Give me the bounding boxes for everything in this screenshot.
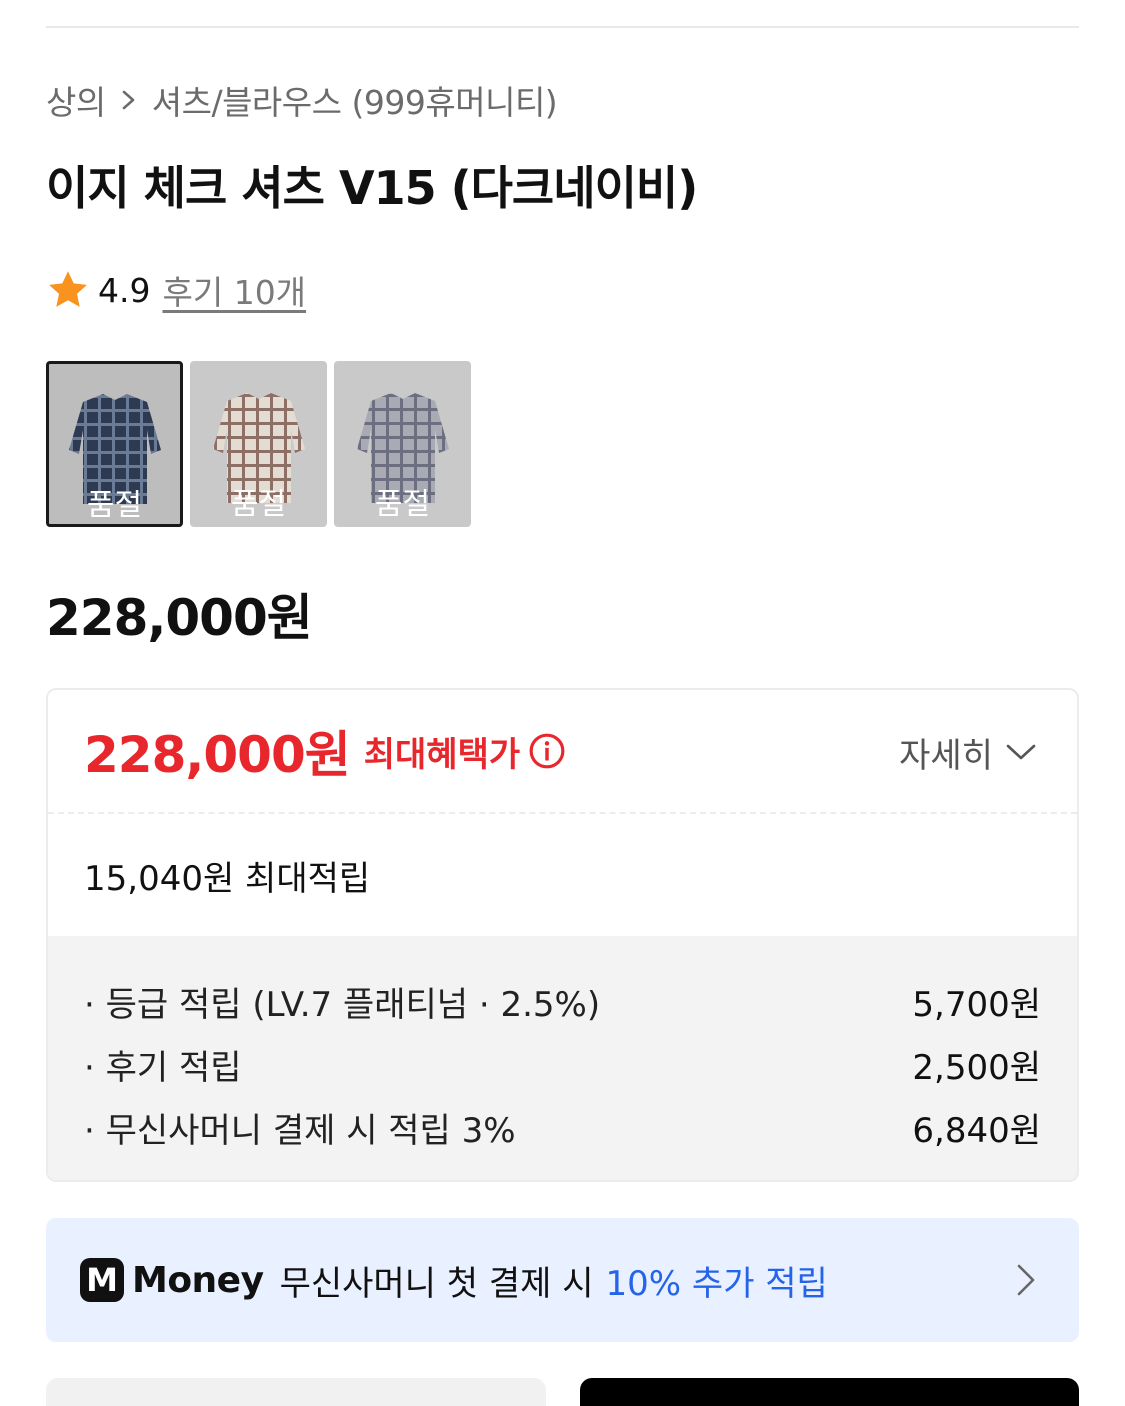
- breadcrumb-category[interactable]: 상의: [46, 76, 106, 124]
- soldout-label: 품절: [374, 487, 431, 522]
- benefit-label: 최대혜택가: [363, 734, 521, 775]
- rating-row: 4.9 후기 10개: [46, 266, 306, 314]
- detail-toggle-button[interactable]: 자세히: [899, 690, 1037, 814]
- breadcrumb: 상의 셔츠/블라우스 (999휴머니티): [46, 76, 558, 124]
- money-promo-accent: 10% 추가 적립: [605, 1263, 828, 1304]
- soldout-label: 품절: [230, 487, 287, 522]
- top-divider: [46, 26, 1079, 28]
- reward-item-amount: 5,700원: [912, 985, 1041, 1025]
- info-icon[interactable]: [528, 732, 566, 770]
- money-promo-banner[interactable]: M Money 무신사머니 첫 결제 시 10% 추가 적립: [46, 1218, 1079, 1342]
- reward-item-amount: 2,500원: [912, 1048, 1041, 1088]
- primary-action-button[interactable]: [580, 1378, 1079, 1406]
- secondary-action-button[interactable]: [46, 1378, 546, 1406]
- product-title: 이지 체크 셔츠 V15 (다크네이비): [46, 161, 698, 215]
- soldout-label: 품절: [86, 488, 143, 523]
- color-option-dark-navy[interactable]: 품절: [46, 361, 183, 527]
- money-promo-text: 무신사머니 첫 결제 시: [279, 1263, 594, 1304]
- product-price: 228,000원: [46, 589, 313, 647]
- color-option-beige[interactable]: 품절: [190, 361, 327, 527]
- reward-item-money: · 무신사머니 결제 시 적립 3% 6,840원: [84, 1096, 1041, 1159]
- star-icon: [49, 271, 87, 307]
- color-option-grey[interactable]: 품절: [334, 361, 471, 527]
- money-logo-icon: M: [80, 1258, 124, 1302]
- reward-item-label: · 등급 적립 (LV.7 플래티넘 · 2.5%): [84, 985, 601, 1025]
- chevron-right-icon: [1017, 1264, 1035, 1296]
- reviews-link[interactable]: 후기 10개: [162, 266, 306, 314]
- reward-item-label: · 무신사머니 결제 시 적립 3%: [84, 1111, 516, 1151]
- reward-item-amount: 6,840원: [912, 1111, 1041, 1151]
- reward-total: 15,040원 최대적립: [84, 858, 371, 899]
- reward-item-review: · 후기 적립 2,500원: [84, 1033, 1041, 1096]
- breadcrumb-subcategory[interactable]: 셔츠/블라우스 (999휴머니티): [152, 76, 558, 124]
- reward-breakdown: · 등급 적립 (LV.7 플래티넘 · 2.5%) 5,700원 · 후기 적…: [48, 936, 1077, 1180]
- color-thumbnails: 품절 품절 품절: [46, 361, 471, 527]
- chevron-right-icon: [116, 89, 142, 111]
- chevron-down-icon: [1006, 744, 1036, 760]
- benefit-price: 228,000원: [84, 726, 351, 784]
- rating-score: 4.9: [98, 270, 151, 310]
- detail-label: 자세히: [899, 735, 993, 776]
- benefit-card: 228,000원 최대혜택가 자세히 15,040원 최대적립 · 등급 적립 …: [46, 688, 1079, 1182]
- reward-item-label: · 후기 적립: [84, 1048, 242, 1088]
- reward-item-grade: · 등급 적립 (LV.7 플래티넘 · 2.5%) 5,700원: [84, 970, 1041, 1033]
- benefit-header: 228,000원 최대혜택가 자세히: [48, 690, 1077, 814]
- money-brand: Money: [132, 1259, 264, 1301]
